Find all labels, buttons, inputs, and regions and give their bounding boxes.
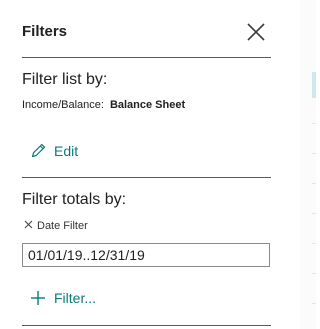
date-filter-label: Date Filter: [37, 220, 88, 232]
background-row-line: [312, 213, 316, 214]
divider-top: [22, 57, 271, 58]
background-selected-row: [312, 72, 316, 98]
divider-middle: [22, 177, 271, 178]
background-row-line: [312, 183, 316, 184]
add-filter-button[interactable]: Filter...: [30, 290, 96, 306]
background-page-edge: [300, 0, 316, 329]
filter-list-heading: Filter list by:: [22, 71, 108, 88]
edit-label: Edit: [54, 142, 79, 159]
remove-icon: [24, 220, 33, 229]
filter-field-label: Income/Balance:: [22, 99, 104, 111]
edit-filter-button[interactable]: Edit: [30, 142, 78, 159]
plus-icon: [31, 291, 45, 305]
filter-pane: Filters Filter list by: Income/Balance: B…: [0, 0, 300, 329]
background-row-line: [312, 153, 316, 154]
date-filter-label-row: Date Filter: [24, 220, 88, 232]
background-row-line: [312, 273, 316, 274]
background-row-line: [312, 123, 316, 124]
date-filter-input[interactable]: [22, 243, 270, 267]
close-button[interactable]: [244, 20, 268, 44]
filter-field-value: Balance Sheet: [109, 99, 186, 111]
remove-date-filter-button[interactable]: [24, 220, 33, 232]
add-filter-label: Filter...: [54, 290, 97, 306]
background-row-line: [312, 243, 316, 244]
filter-list-row: Income/Balance: Balance Sheet: [22, 99, 185, 111]
pencil-icon: [31, 143, 46, 158]
background-row-line: [312, 303, 316, 304]
filter-totals-heading: Filter totals by:: [22, 191, 127, 208]
close-icon: [247, 23, 265, 41]
pane-title: Filters: [22, 23, 68, 40]
divider-bottom: [22, 325, 271, 326]
